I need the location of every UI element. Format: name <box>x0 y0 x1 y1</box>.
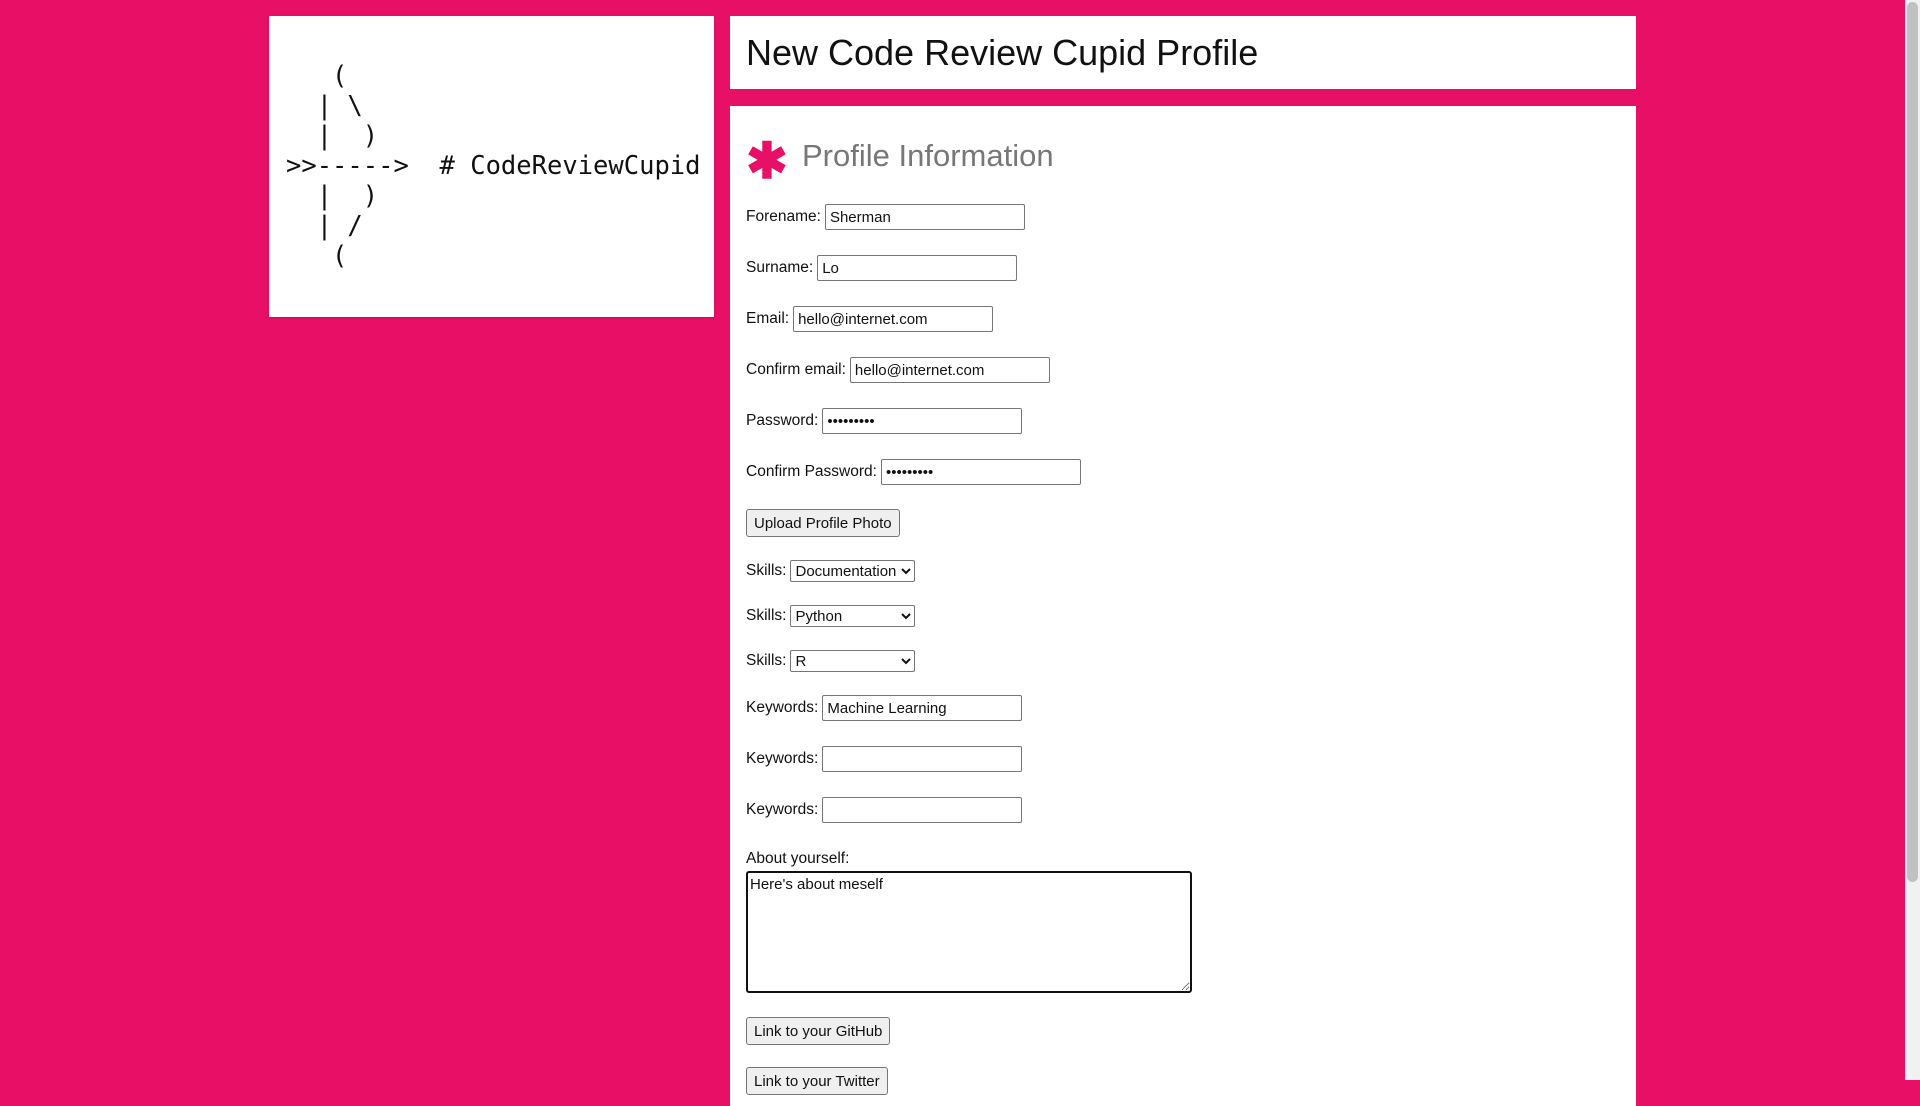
section-title: Profile Information <box>802 138 1054 173</box>
skills-label: Skills: <box>746 607 787 624</box>
skills-select-1[interactable]: Documentation <box>790 560 916 582</box>
password-label: Password: <box>746 412 819 429</box>
page-header: New Code Review Cupid Profile <box>730 16 1636 89</box>
twitter-row: Link to your Twitter <box>746 1066 888 1096</box>
confirm-password-row: Confirm Password: <box>746 457 1081 487</box>
page-title: New Code Review Cupid Profile <box>746 32 1259 73</box>
surname-field[interactable] <box>817 255 1018 281</box>
skills-row-2: Skills: Python <box>746 601 916 631</box>
keywords-row-1: Keywords: <box>746 693 1023 723</box>
skills-row-3: Skills: R <box>746 646 916 676</box>
about-label: About yourself: <box>746 850 850 867</box>
scrollbar-thumb[interactable] <box>1907 2 1918 882</box>
keywords-field-1[interactable] <box>822 695 1023 721</box>
skills-select-3[interactable]: R <box>790 650 916 672</box>
confirm-password-field[interactable] <box>880 459 1081 485</box>
confirm-email-row: Confirm email: <box>746 355 1050 385</box>
email-field[interactable] <box>793 306 994 332</box>
asterisk-icon: ✱ <box>746 133 788 189</box>
twitter-link-button[interactable]: Link to your Twitter <box>746 1067 888 1095</box>
skills-label: Skills: <box>746 562 787 579</box>
page-scrollbar[interactable] <box>1905 0 1920 1080</box>
upload-photo-button[interactable]: Upload Profile Photo <box>746 509 900 537</box>
keywords-row-3: Keywords: <box>746 795 1023 825</box>
keywords-field-3[interactable] <box>822 797 1023 823</box>
profile-form: ✱ Profile Information Forename: Surname:… <box>730 106 1636 1106</box>
keywords-field-2[interactable] <box>822 746 1023 772</box>
skills-label: Skills: <box>746 652 787 669</box>
keywords-label: Keywords: <box>746 801 819 818</box>
keywords-label: Keywords: <box>746 750 819 767</box>
confirm-email-field[interactable] <box>849 357 1050 383</box>
keywords-label: Keywords: <box>746 699 819 716</box>
password-row: Password: <box>746 406 1023 436</box>
logo-card: ( | \ | ) >>-----> # CodeReviewCupid | )… <box>269 16 714 317</box>
github-link-button[interactable]: Link to your GitHub <box>746 1017 891 1045</box>
ascii-logo: ( | \ | ) >>-----> # CodeReviewCupid | )… <box>286 61 701 271</box>
upload-photo-row: Upload Profile Photo <box>746 508 900 538</box>
forename-label: Forename: <box>746 208 821 225</box>
forename-row: Forename: <box>746 202 1025 232</box>
surname-row: Surname: <box>746 253 1018 283</box>
skills-row-1: Skills: Documentation <box>746 556 916 586</box>
section-header: ✱ Profile Information <box>746 136 1054 186</box>
email-row: Email: <box>746 304 994 334</box>
surname-label: Surname: <box>746 259 814 276</box>
forename-field[interactable] <box>824 204 1025 230</box>
email-label: Email: <box>746 310 790 327</box>
skills-select-2[interactable]: Python <box>790 605 916 627</box>
confirm-email-label: Confirm email: <box>746 361 846 378</box>
keywords-row-2: Keywords: <box>746 744 1023 774</box>
github-row: Link to your GitHub <box>746 1016 891 1046</box>
password-field[interactable] <box>822 408 1023 434</box>
about-textarea[interactable]: Here's about meself <box>746 871 1192 993</box>
confirm-password-label: Confirm Password: <box>746 463 877 480</box>
